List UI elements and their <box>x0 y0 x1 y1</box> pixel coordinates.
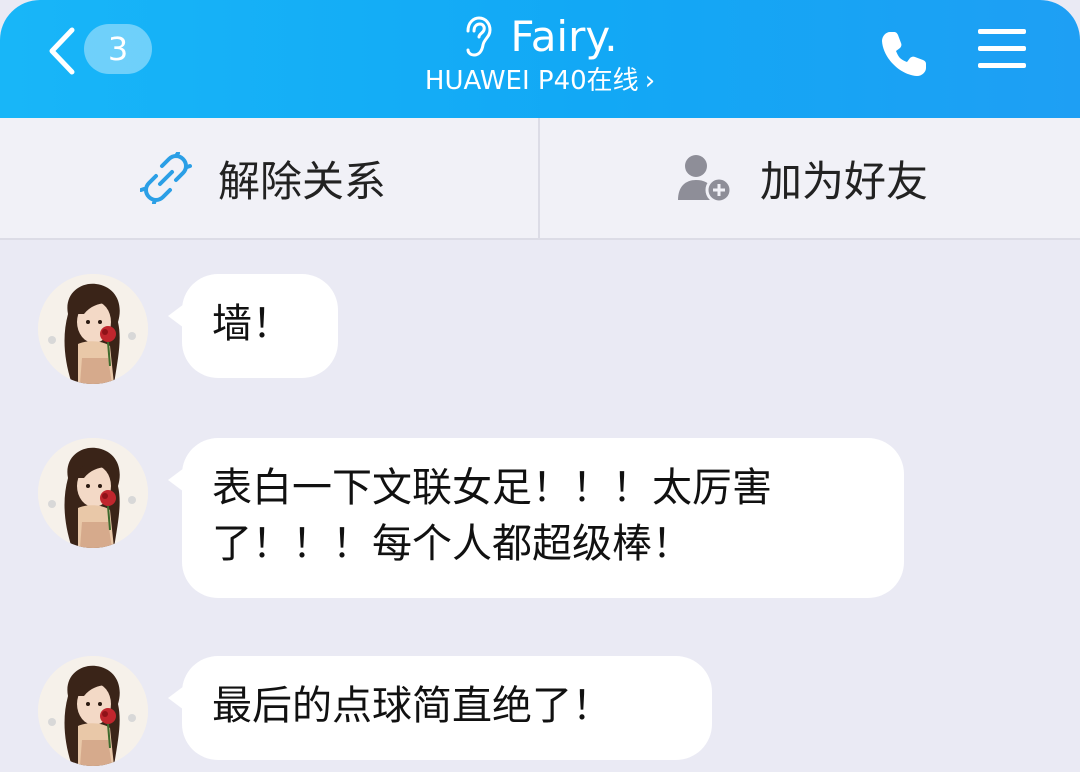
chat-header: 3 Fairy. HUAWEI P40在线 › <box>0 0 1080 118</box>
add-user-icon <box>678 155 733 204</box>
message-text-line-1: 表白一下文联女足！！！太厉害 <box>212 465 772 511</box>
message-text: 墙！ <box>212 301 292 347</box>
message-text: 最后的点球简直绝了！ <box>212 683 612 729</box>
message-row: 表白一下文联女足！！！太厉害 了！！！每个人都超级棒！ <box>0 438 1080 598</box>
call-button[interactable] <box>876 26 932 82</box>
message-text-line-2: 了！！！每个人都超级棒！ <box>212 521 692 567</box>
contact-avatar-illustration <box>38 274 148 384</box>
phone-icon <box>882 32 926 76</box>
message-bubble[interactable]: 墙！ <box>168 274 338 378</box>
bubble-tail <box>168 468 184 492</box>
avatar[interactable] <box>38 438 148 548</box>
add-friend-label: 加为好友 <box>760 156 929 206</box>
message-row: 最后的点球简直绝了！ <box>0 656 1080 766</box>
message-row: 墙！ <box>0 274 1080 384</box>
avatar[interactable] <box>38 274 148 384</box>
broken-link-icon <box>140 152 192 204</box>
menu-icon <box>978 29 1026 68</box>
bubble-tail <box>168 304 184 328</box>
contact-avatar-illustration <box>38 438 148 548</box>
bubble-tail <box>168 686 184 710</box>
chat-screen: 3 Fairy. HUAWEI P40在线 › 解除关系 加为好友 墙！ 表白一… <box>0 0 1080 772</box>
relationship-action-bar: 解除关系 加为好友 <box>0 118 1080 240</box>
message-bubble[interactable]: 表白一下文联女足！！！太厉害 了！！！每个人都超级棒！ <box>168 438 904 598</box>
add-friend-button[interactable]: 加为好友 <box>676 118 928 238</box>
unlink-label: 解除关系 <box>218 156 387 206</box>
menu-button[interactable] <box>976 26 1030 72</box>
action-divider <box>538 118 540 238</box>
chevron-right-icon: › <box>644 66 656 96</box>
unlink-button[interactable]: 解除关系 <box>140 118 386 238</box>
device-status-text: HUAWEI P40在线 <box>424 66 639 96</box>
contact-name: Fairy. <box>510 12 618 61</box>
avatar[interactable] <box>38 656 148 766</box>
message-bubble[interactable]: 最后的点球简直绝了！ <box>168 656 712 760</box>
ear-icon <box>466 16 492 57</box>
contact-avatar-illustration <box>38 656 148 766</box>
